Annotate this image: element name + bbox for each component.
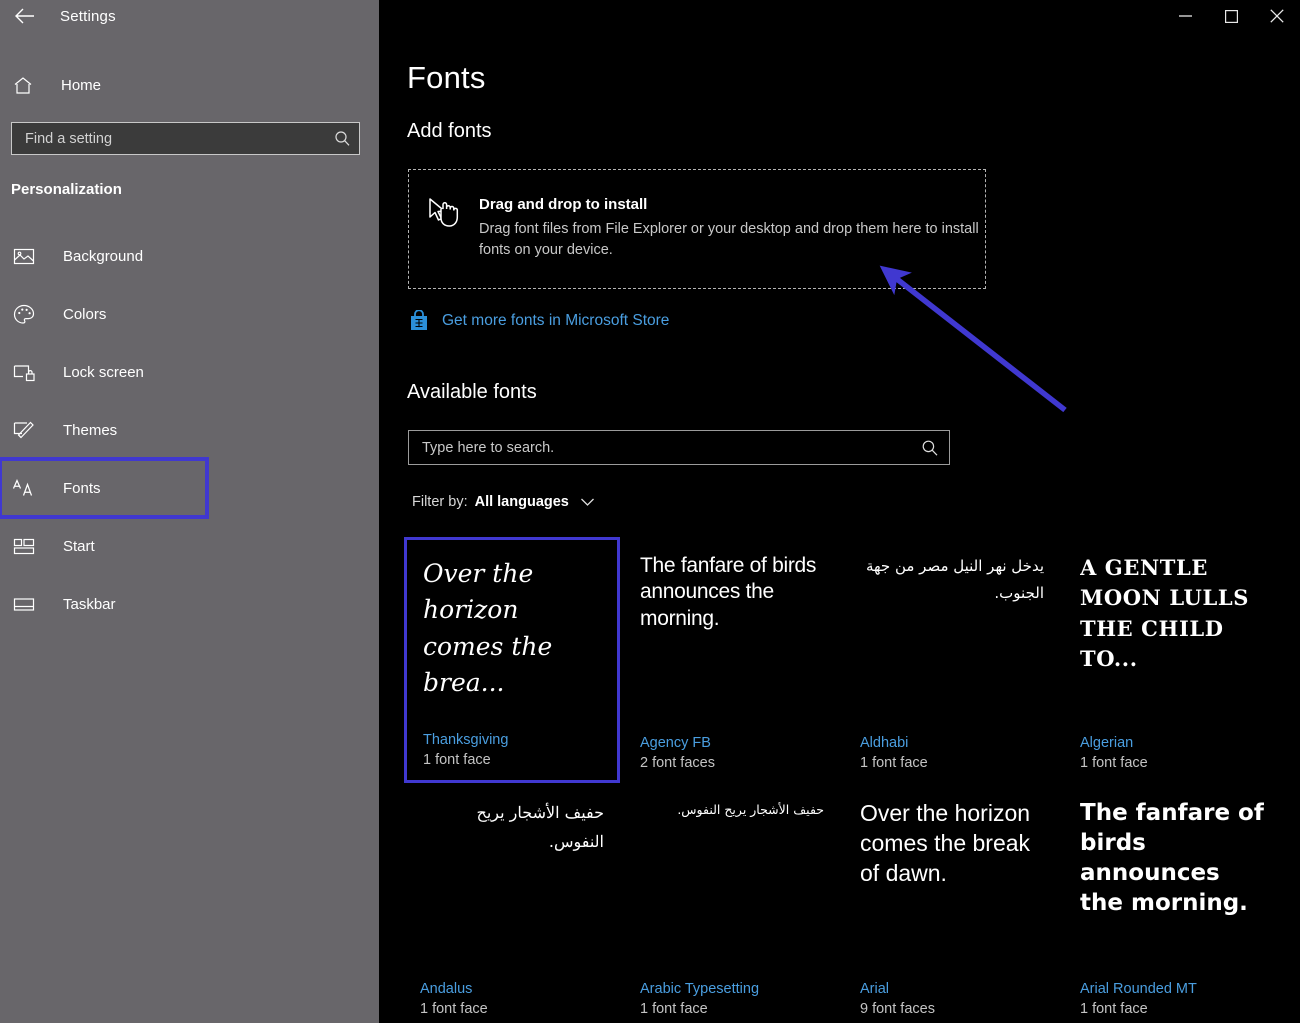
start-tiles-icon [12, 534, 36, 558]
sidebar-item-label: Start [63, 538, 95, 555]
sidebar-titlebar: Settings [0, 0, 379, 32]
available-fonts-grid: Over the horizon comes the brea... Thank… [404, 537, 1300, 1023]
font-card[interactable]: حفيف الأشجار يريح النفوس. Arabic Typeset… [624, 783, 840, 1023]
settings-window: Settings Home Personalization [0, 0, 1300, 1023]
maximize-button[interactable] [1208, 0, 1254, 32]
minimize-button[interactable] [1162, 0, 1208, 32]
drag-drop-cursor-icon [427, 196, 465, 232]
dropzone-text: Drag and drop to install Drag font files… [479, 194, 979, 261]
font-card[interactable]: A GENTLE MOON LULLS THE CHILD TO... Alge… [1064, 537, 1280, 783]
dropzone-title: Drag and drop to install [479, 196, 979, 213]
search-icon [921, 439, 939, 457]
taskbar-icon [12, 592, 36, 616]
sidebar-item-taskbar[interactable]: Taskbar [0, 575, 379, 633]
font-card-meta: Thanksgiving 1 font face [423, 732, 601, 768]
font-face-count: 1 font face [1080, 1001, 1264, 1017]
font-preview: The fanfare of birds announces the morni… [1080, 799, 1264, 981]
sidebar-item-themes[interactable]: Themes [0, 401, 379, 459]
font-card-meta: Aldhabi 1 font face [860, 735, 1044, 771]
font-card[interactable]: Over the horizon comes the brea... Thank… [404, 537, 620, 783]
font-preview: The fanfare of birds announces the morni… [640, 553, 824, 735]
image-icon [12, 244, 36, 268]
dropzone-description: Drag font files from File Explorer or yo… [479, 219, 979, 261]
sidebar-item-background[interactable]: Background [0, 227, 379, 285]
font-name: Arial [860, 981, 1044, 997]
font-face-count: 9 font faces [860, 1001, 1044, 1017]
font-dropzone[interactable]: Drag and drop to install Drag font files… [408, 169, 986, 289]
font-card-meta: Arial 9 font faces [860, 981, 1044, 1017]
font-name: Agency FB [640, 735, 824, 751]
sidebar-item-label: Background [63, 248, 143, 265]
main-content: Fonts Add fonts Drag and drop to install… [379, 0, 1300, 1023]
lock-screen-icon [12, 360, 36, 384]
font-face-count: 2 font faces [640, 755, 824, 771]
font-search-input[interactable] [422, 440, 921, 456]
themes-brush-icon [12, 418, 36, 442]
available-fonts-heading: Available fonts [407, 381, 1300, 404]
font-name: Thanksgiving [423, 732, 601, 748]
font-preview: Over the horizon comes the brea... [423, 556, 601, 732]
font-card[interactable]: حفيف الأشجار يريح النفوس. Andalus 1 font… [404, 783, 620, 1023]
font-card-meta: Agency FB 2 font faces [640, 735, 824, 771]
microsoft-store-icon [408, 310, 430, 332]
font-card[interactable]: The fanfare of birds announces the morni… [624, 537, 840, 783]
fonts-aa-icon [12, 476, 36, 500]
font-card-meta: Algerian 1 font face [1080, 735, 1264, 771]
window-title: Settings [60, 8, 116, 25]
window-controls [1162, 0, 1300, 32]
settings-search-box[interactable] [11, 122, 360, 155]
filter-by-label: Filter by: [412, 494, 468, 510]
page-title: Fonts [407, 60, 1300, 96]
sidebar: Settings Home Personalization [0, 0, 379, 1023]
font-name: Arial Rounded MT [1080, 981, 1264, 997]
sidebar-item-label: Fonts [63, 480, 101, 497]
font-preview: حفيف الأشجار يريح النفوس. [640, 799, 824, 981]
font-search-box[interactable] [408, 430, 950, 465]
sidebar-item-start[interactable]: Start [0, 517, 379, 575]
back-arrow-icon[interactable] [12, 3, 38, 29]
sidebar-item-label: Taskbar [63, 596, 116, 613]
settings-search-input[interactable] [25, 131, 334, 147]
font-face-count: 1 font face [420, 1001, 604, 1017]
font-preview: Over the horizon comes the break of dawn… [860, 799, 1044, 981]
font-card[interactable]: The fanfare of birds announces the morni… [1064, 783, 1280, 1023]
store-link-label: Get more fonts in Microsoft Store [442, 312, 669, 330]
add-fonts-heading: Add fonts [407, 120, 1300, 143]
font-card-meta: Andalus 1 font face [420, 981, 604, 1017]
font-face-count: 1 font face [640, 1001, 824, 1017]
sidebar-section-label: Personalization [11, 181, 379, 198]
font-face-count: 1 font face [1080, 755, 1264, 771]
font-card-meta: Arial Rounded MT 1 font face [1080, 981, 1264, 1017]
filter-by-value: All languages [475, 494, 569, 510]
get-more-fonts-link[interactable]: Get more fonts in Microsoft Store [408, 310, 1300, 332]
sidebar-item-fonts[interactable]: Fonts [0, 459, 207, 517]
palette-icon [12, 302, 36, 326]
chevron-down-icon[interactable] [580, 497, 595, 507]
font-name: Algerian [1080, 735, 1264, 751]
search-icon [334, 130, 351, 147]
sidebar-item-lock-screen[interactable]: Lock screen [0, 343, 379, 401]
font-card[interactable]: يدخل نهر النيل مصر من جهة الجنوب. Aldhab… [844, 537, 1060, 783]
sidebar-nav-list: Background Colors [0, 227, 379, 633]
font-card[interactable]: Over the horizon comes the break of dawn… [844, 783, 1060, 1023]
close-button[interactable] [1254, 0, 1300, 32]
home-icon [12, 74, 34, 96]
sidebar-item-label: Themes [63, 422, 117, 439]
font-face-count: 1 font face [423, 752, 601, 768]
font-face-count: 1 font face [860, 755, 1044, 771]
sidebar-item-home[interactable]: Home [0, 65, 379, 105]
sidebar-home-label: Home [61, 77, 101, 94]
font-preview: A GENTLE MOON LULLS THE CHILD TO... [1080, 553, 1264, 735]
sidebar-item-label: Lock screen [63, 364, 144, 381]
font-preview: يدخل نهر النيل مصر من جهة الجنوب. [860, 553, 1044, 735]
sidebar-item-label: Colors [63, 306, 106, 323]
font-name: Aldhabi [860, 735, 1044, 751]
font-preview: حفيف الأشجار يريح النفوس. [420, 799, 604, 981]
font-card-meta: Arabic Typesetting 1 font face [640, 981, 824, 1017]
filter-by-control[interactable]: Filter by: All languages [412, 494, 1300, 510]
sidebar-item-colors[interactable]: Colors [0, 285, 379, 343]
font-name: Arabic Typesetting [640, 981, 824, 997]
font-name: Andalus [420, 981, 604, 997]
